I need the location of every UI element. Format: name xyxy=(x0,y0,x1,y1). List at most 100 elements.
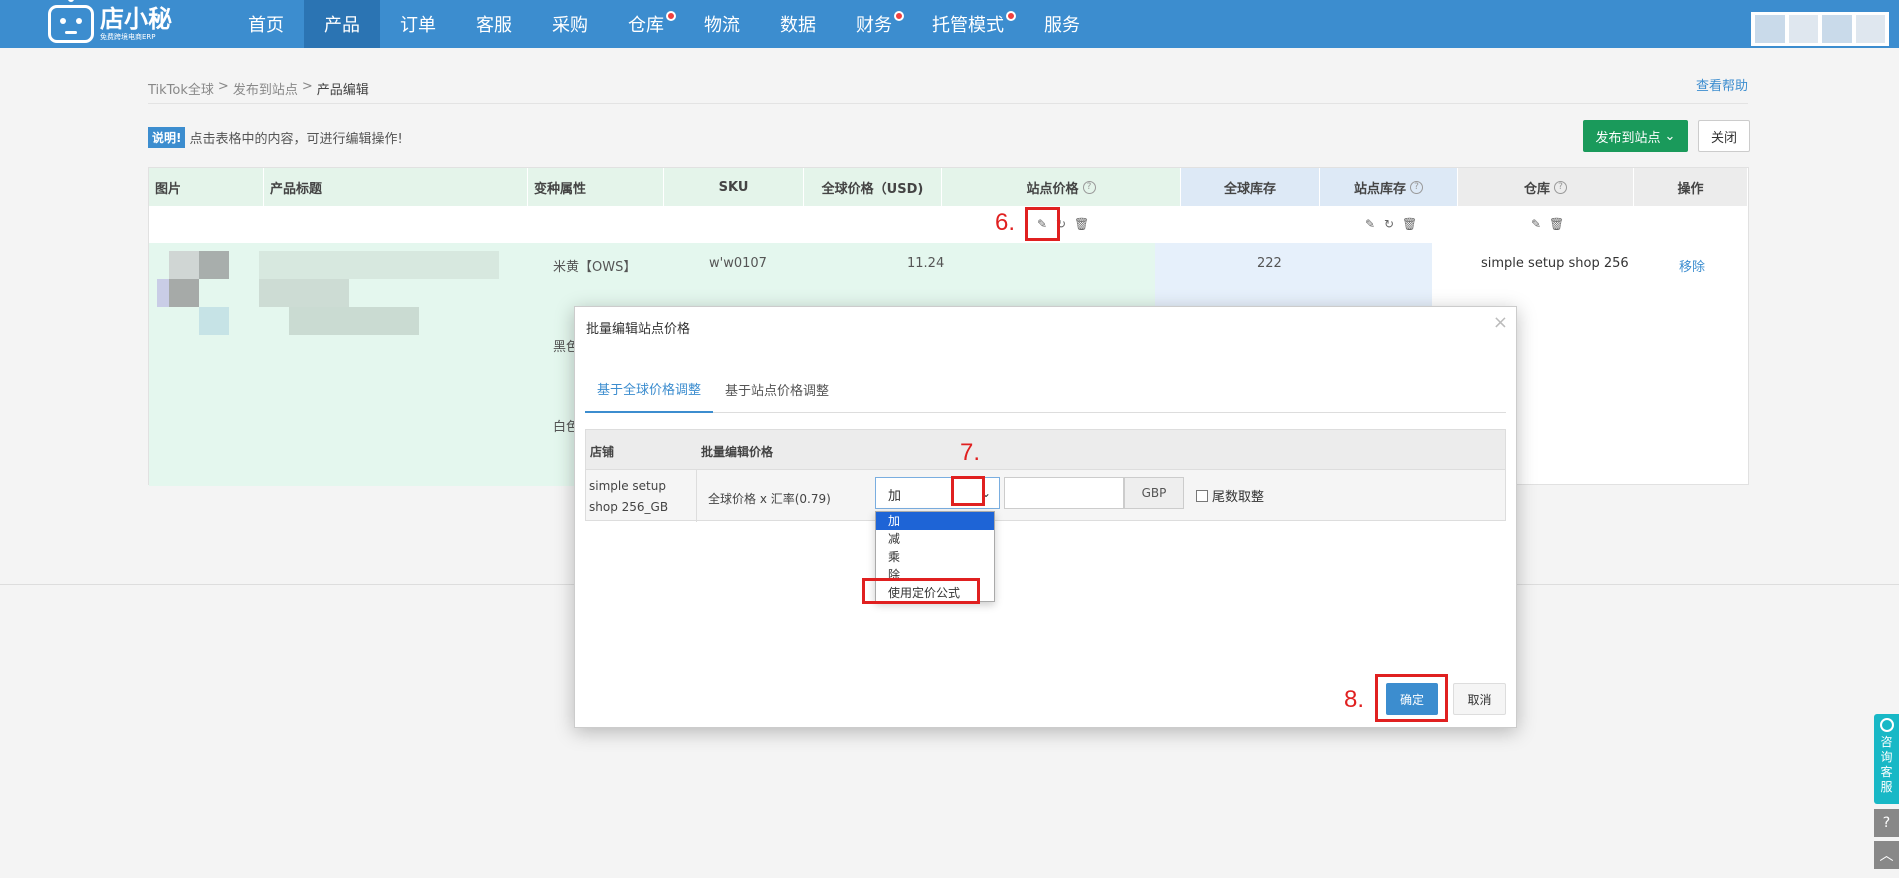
delete-icon[interactable]: 🗑 xyxy=(1402,218,1417,230)
publish-label: 发布到站点 xyxy=(1595,129,1661,145)
step-8-label: 8. xyxy=(1344,686,1365,713)
nav-item-4[interactable]: 采购 xyxy=(532,0,608,48)
notice-text: 点击表格中的内容，可进行编辑操作! xyxy=(189,132,403,147)
price-edit-table: 店铺 批量编辑价格 simple setup shop 256_GB 全球价格 … xyxy=(585,429,1506,602)
highlight-box xyxy=(1025,207,1060,241)
consult-char: 客 xyxy=(1880,765,1893,779)
col-variant: 变种属性 xyxy=(528,168,664,206)
help-icon[interactable]: ? xyxy=(1410,180,1423,194)
tab-global-price[interactable]: 基于全球价格调整 xyxy=(585,365,714,413)
close-button[interactable]: 关闭 xyxy=(1698,120,1750,152)
option-add[interactable]: 加 xyxy=(876,512,994,530)
global-stock-value[interactable]: 222 xyxy=(1257,256,1282,271)
brand-name: 店小秘 xyxy=(100,5,172,33)
value-input[interactable] xyxy=(1004,477,1124,509)
warehouse-value[interactable]: simple setup shop 256 xyxy=(1481,256,1629,271)
chevron-down-icon: ⌄ xyxy=(1664,128,1676,143)
site-stock-label: 站点库存 xyxy=(1353,181,1406,197)
nav-item-8[interactable]: 财务 xyxy=(836,0,912,48)
round-checkbox[interactable]: 尾数取整 xyxy=(1196,486,1264,505)
publish-to-site-button[interactable]: 发布到站点 ⌄ xyxy=(1583,120,1688,152)
operator-selected: 加 xyxy=(888,489,902,504)
highlight-box xyxy=(951,476,985,506)
nav-item-0[interactable]: 首页 xyxy=(228,0,304,48)
brand-logo[interactable]: 店小秘 免费跨境电商ERP xyxy=(48,0,172,48)
col-sku: SKU xyxy=(664,168,804,206)
col-site-price: 站点价格? xyxy=(942,168,1181,206)
nav-item-5[interactable]: 仓库 xyxy=(608,0,684,48)
nav-item-3[interactable]: 客服 xyxy=(456,0,532,48)
table-header: 图片 产品标题 变种属性 SKU 全球价格（USD) 站点价格? 全球库存 站点… xyxy=(149,168,1748,206)
edit-icon[interactable]: ✎ xyxy=(1364,218,1376,230)
breadcrumb-item-tiktok[interactable]: TikTok全球 xyxy=(148,79,214,98)
formula-text: 全球价格 x 汇率(0.79) xyxy=(708,492,831,506)
nav-label: 仓库 xyxy=(628,15,664,36)
remove-link[interactable]: 移除 xyxy=(1679,256,1705,275)
col-batch-edit: 批量编辑价格 xyxy=(701,445,774,459)
robot-logo-icon xyxy=(48,0,94,43)
help-link[interactable]: 查看帮助 xyxy=(1696,75,1748,94)
highlight-box xyxy=(1375,674,1448,722)
nav-label: 托管模式 xyxy=(932,15,1004,36)
close-icon[interactable]: × xyxy=(1493,312,1508,333)
nav-label: 采购 xyxy=(552,15,588,36)
nav-item-6[interactable]: 物流 xyxy=(684,0,760,48)
help-icon[interactable]: ? xyxy=(1082,180,1096,194)
site-price-label: 站点价格 xyxy=(1026,181,1079,197)
consult-service-button[interactable]: 咨 询 客 服 xyxy=(1874,714,1899,804)
notice: 说明! 点击表格中的内容，可进行编辑操作! xyxy=(148,127,403,148)
step-6-label: 6. xyxy=(995,209,1016,236)
shop-name: simple setup shop 256_GB xyxy=(589,479,669,514)
breadcrumb-sep: > xyxy=(217,79,229,94)
help-icon[interactable]: ? xyxy=(1554,180,1567,194)
main-nav: 首页 产品 订单 客服 采购 仓库 物流 数据 财务 托管模式 服务 xyxy=(228,0,1100,48)
currency-unit: GBP xyxy=(1124,477,1184,509)
account-area[interactable] xyxy=(1751,12,1889,46)
price-edit-header: 店铺 批量编辑价格 xyxy=(586,430,1505,470)
option-subtract[interactable]: 减 xyxy=(876,530,994,548)
consult-char: 服 xyxy=(1880,780,1893,794)
col-shop: 店铺 xyxy=(590,445,615,459)
nav-item-7[interactable]: 数据 xyxy=(760,0,836,48)
product-title-blurred[interactable] xyxy=(259,251,499,279)
nav-item-9[interactable]: 托管模式 xyxy=(912,0,1024,48)
col-site-stock: 站点库存? xyxy=(1320,168,1458,206)
col-actions: 操作 xyxy=(1634,168,1748,206)
nav-item-1[interactable]: 产品 xyxy=(304,0,380,48)
nav-item-10[interactable]: 服务 xyxy=(1024,0,1100,48)
consult-char: 咨 xyxy=(1880,735,1893,749)
notification-dot xyxy=(894,11,904,21)
delete-icon[interactable]: 🗑 xyxy=(1074,218,1089,230)
col-title: 产品标题 xyxy=(264,168,528,206)
batch-edit-site-price-dialog: 批量编辑站点价格 × 基于全球价格调整 基于站点价格调整 店铺 批量编辑价格 s… xyxy=(574,306,1517,728)
reset-icon[interactable]: ↻ xyxy=(1383,218,1395,230)
step-7-label: 7. xyxy=(960,439,981,466)
global-price-value[interactable]: 11.24 xyxy=(907,256,944,271)
nav-item-2[interactable]: 订单 xyxy=(380,0,456,48)
col-global-price: 全球价格（USD) xyxy=(804,168,942,206)
notice-badge: 说明! xyxy=(148,127,186,148)
nav-label: 服务 xyxy=(1044,15,1080,36)
back-to-top-icon[interactable]: ︿ xyxy=(1874,841,1899,869)
edit-icon[interactable]: ✎ xyxy=(1530,218,1542,230)
checkbox-icon[interactable] xyxy=(1196,489,1208,502)
variant-1[interactable]: 米黄【OWS】 xyxy=(553,256,636,275)
consult-char: 询 xyxy=(1880,750,1893,764)
delete-icon[interactable]: 🗑 xyxy=(1549,218,1564,230)
cancel-button[interactable]: 取消 xyxy=(1453,683,1506,715)
nav-label: 订单 xyxy=(400,15,436,36)
top-nav: 店小秘 免费跨境电商ERP 首页 产品 订单 客服 采购 仓库 物流 数据 财务 托管模式 服务 xyxy=(0,0,1899,48)
nav-label: 客服 xyxy=(476,15,512,36)
nav-label: 产品 xyxy=(324,15,360,36)
breadcrumb-item-publish[interactable]: 发布到站点 xyxy=(233,79,298,98)
product-image[interactable] xyxy=(169,251,199,279)
help-icon[interactable]: ? xyxy=(1874,809,1899,837)
headset-icon xyxy=(1879,718,1894,732)
round-label: 尾数取整 xyxy=(1212,490,1265,505)
sku-value[interactable]: w'w0107 xyxy=(709,256,767,271)
tab-site-price[interactable]: 基于站点价格调整 xyxy=(713,365,841,413)
nav-label: 物流 xyxy=(704,15,740,36)
breadcrumb-sep: > xyxy=(301,79,313,94)
option-multiply[interactable]: 乘 xyxy=(876,548,994,566)
dialog-tabs: 基于全球价格调整 基于站点价格调整 xyxy=(585,365,1506,413)
